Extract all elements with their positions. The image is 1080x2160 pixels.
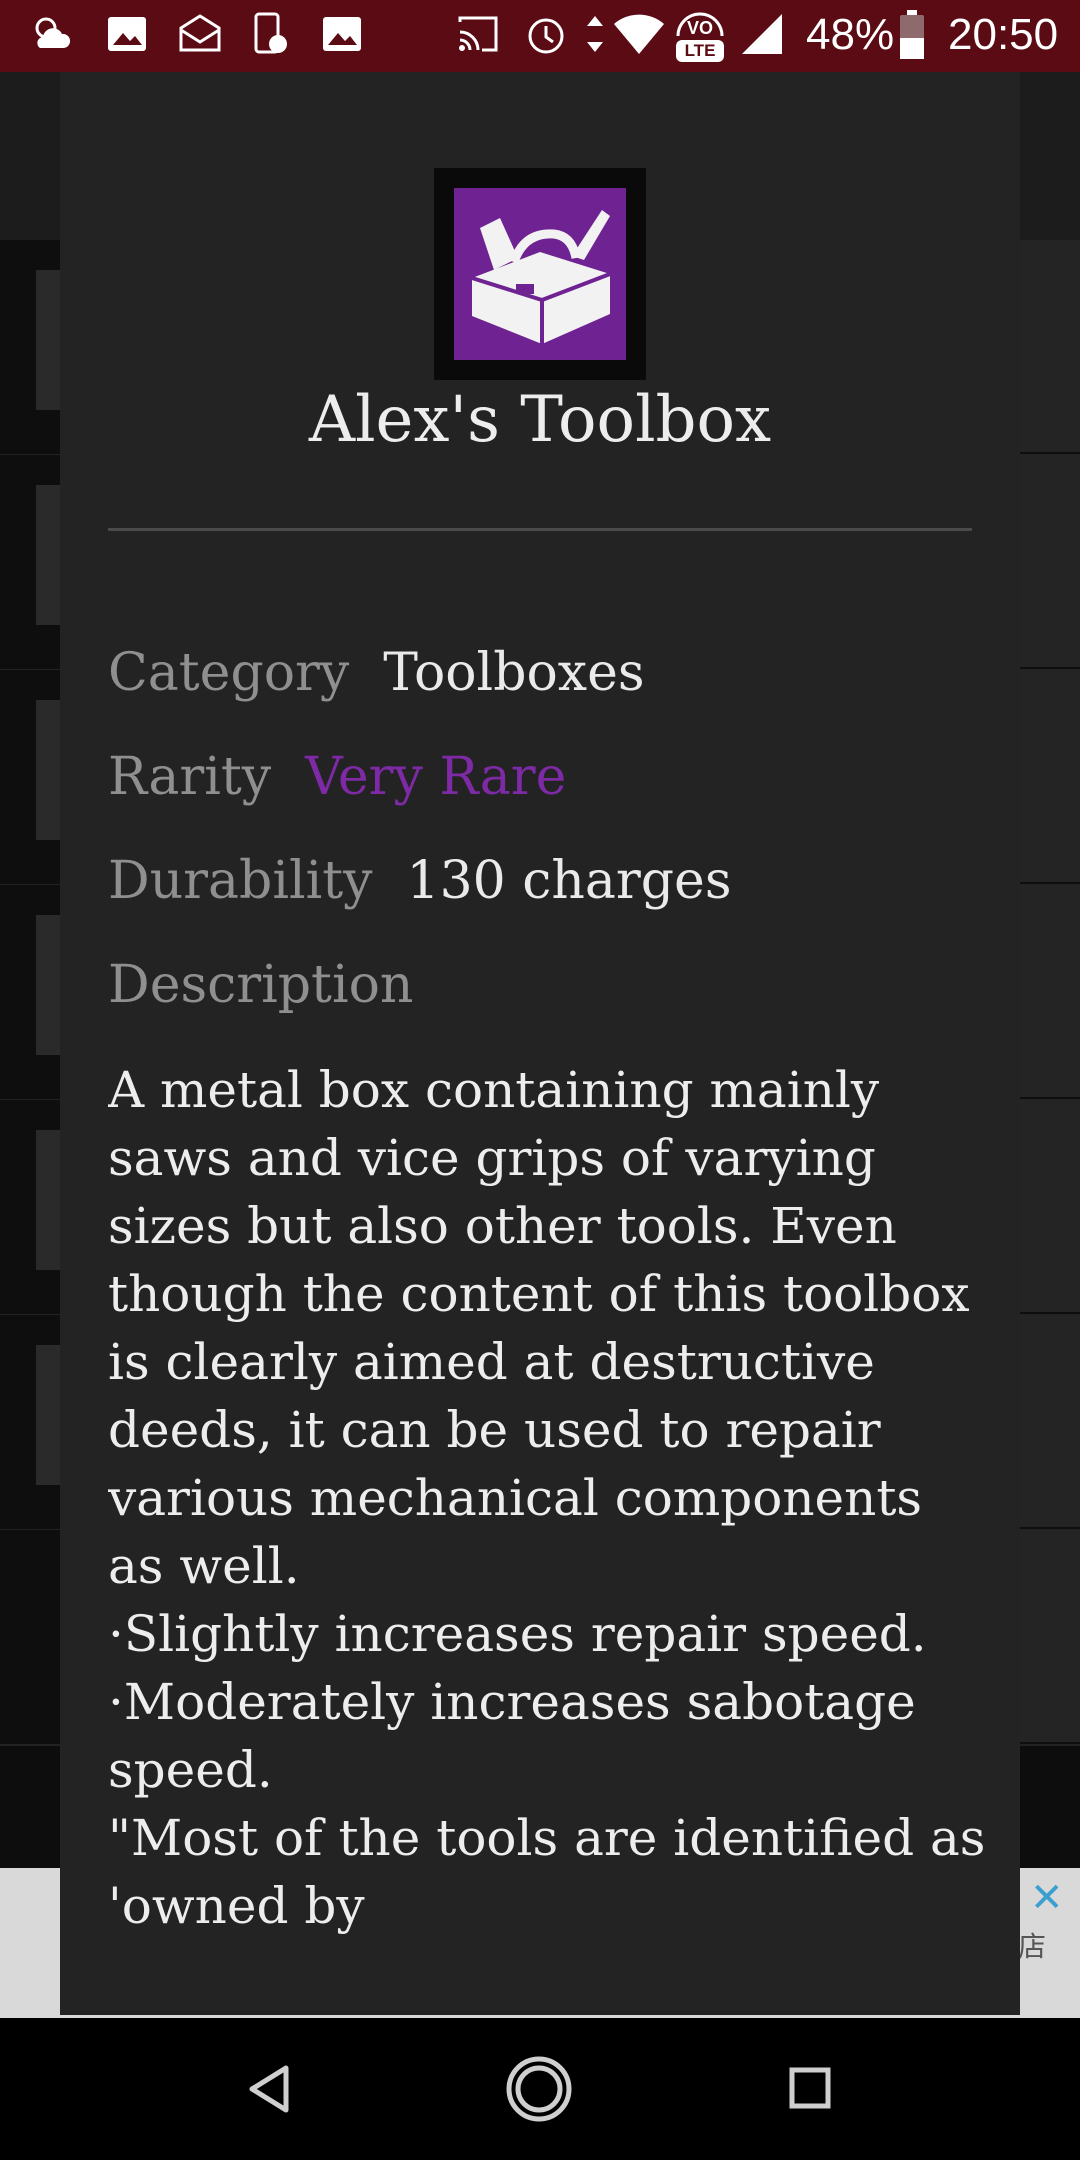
back-icon[interactable] bbox=[246, 2064, 292, 2114]
description-paragraph: A metal box containing mainly saws and v… bbox=[108, 1061, 970, 1595]
toolbox-icon bbox=[454, 188, 626, 360]
status-bar: VO LTE 48% 20:50 bbox=[0, 0, 1080, 72]
ad-text: 店 bbox=[1018, 1930, 1047, 1963]
volte-icon: VO LTE bbox=[672, 6, 728, 62]
image-icon bbox=[108, 17, 146, 51]
navigation-bar bbox=[0, 2018, 1080, 2160]
clock: 20:50 bbox=[948, 10, 1059, 59]
home-icon[interactable] bbox=[506, 2056, 572, 2122]
weather-cloudy-icon bbox=[35, 17, 71, 48]
rarity-label: Rarity bbox=[108, 747, 272, 807]
battery-percent: 48% bbox=[806, 10, 895, 59]
durability-value: 130 charges bbox=[406, 851, 732, 911]
email-icon bbox=[179, 14, 221, 52]
item-title: Alex's Toolbox bbox=[308, 383, 772, 457]
data-arrows-icon bbox=[587, 16, 603, 52]
category-row: Category Toolboxes bbox=[108, 642, 645, 704]
description-body: A metal box containing mainly saws and v… bbox=[108, 1056, 988, 2015]
alarm-icon bbox=[528, 18, 564, 54]
lte-label: LTE bbox=[676, 40, 724, 62]
description-label: Description bbox=[108, 955, 414, 1015]
rarity-row: Rarity Very Rare bbox=[108, 746, 566, 808]
cast-icon bbox=[458, 16, 498, 52]
signal-icon bbox=[742, 14, 782, 54]
phone-alert-icon bbox=[254, 12, 287, 54]
durability-label: Durability bbox=[108, 851, 373, 911]
rarity-value: Very Rare bbox=[305, 747, 567, 807]
image-icon bbox=[323, 17, 361, 51]
description-quote: "Most of the tools are identified as 'ow… bbox=[108, 1809, 986, 1935]
category-value: Toolboxes bbox=[383, 643, 645, 703]
recents-icon[interactable] bbox=[788, 2066, 832, 2110]
battery-icon bbox=[900, 10, 924, 59]
description-bullet: ·Moderately increases sabotage speed. bbox=[108, 1673, 916, 1799]
description-bullet: ·Slightly increases repair speed. bbox=[108, 1605, 927, 1663]
wifi-icon bbox=[614, 14, 664, 54]
durability-row: Durability 130 charges bbox=[108, 850, 732, 912]
item-detail-dialog: Alex's Toolbox Category Toolboxes Rarity V… bbox=[60, 72, 1020, 2015]
svg-text:VO: VO bbox=[687, 18, 713, 38]
item-image bbox=[434, 168, 646, 380]
category-label: Category bbox=[108, 643, 350, 703]
divider bbox=[108, 528, 972, 531]
ad-close-button[interactable]: ✕ bbox=[1030, 1875, 1064, 1921]
